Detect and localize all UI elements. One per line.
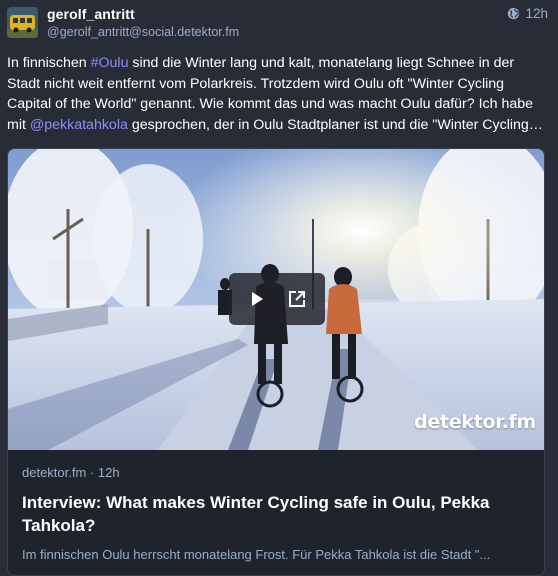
- content-line: In finnischen #Oulu sind die Winter lang…: [7, 55, 515, 71]
- external-link-icon: [289, 291, 305, 307]
- content-line: Stadt nicht weit entfernt vom Polarkreis…: [7, 75, 505, 92]
- post-content: In finnischen #Oulu sind die Winter lang…: [7, 53, 549, 135]
- content-line: mit @pekkatahkola gesprochen, der in Oul…: [7, 116, 543, 133]
- play-icon: [252, 292, 263, 306]
- card-image[interactable]: detektor.fm: [8, 149, 544, 450]
- avatar[interactable]: [7, 7, 38, 38]
- content-line: Capital of the World" genannt. Wie kommt…: [7, 96, 534, 112]
- card-source-name: detektor.fm: [22, 465, 87, 480]
- card-title[interactable]: Interview: What makes Winter Cycling saf…: [22, 491, 532, 537]
- post-timestamp[interactable]: 12h: [507, 6, 548, 21]
- account-handle[interactable]: @gerolf_antritt@social.detektor.fm: [47, 25, 239, 39]
- post-time: 12h: [525, 6, 548, 21]
- hashtag-link[interactable]: #Oulu: [91, 55, 129, 71]
- display-name[interactable]: gerolf_antritt: [47, 6, 135, 22]
- card-source: detektor.fm · 12h: [22, 465, 120, 480]
- mention-link[interactable]: @pekkatahkola: [30, 117, 128, 133]
- play-button[interactable]: [248, 290, 266, 308]
- status-post: gerolf_antritt @gerolf_antritt@social.de…: [0, 0, 558, 576]
- detektor-logo: detektor.fm: [414, 411, 536, 433]
- open-external-button[interactable]: [288, 290, 306, 308]
- card-time: 12h: [97, 465, 120, 480]
- globe-icon: [507, 7, 520, 20]
- media-controls: [229, 273, 325, 325]
- preview-card[interactable]: detektor.fm detektor.fm · 12h Interview:…: [7, 148, 545, 576]
- card-description: Im finnischen Oulu herrscht monatelang F…: [22, 547, 491, 562]
